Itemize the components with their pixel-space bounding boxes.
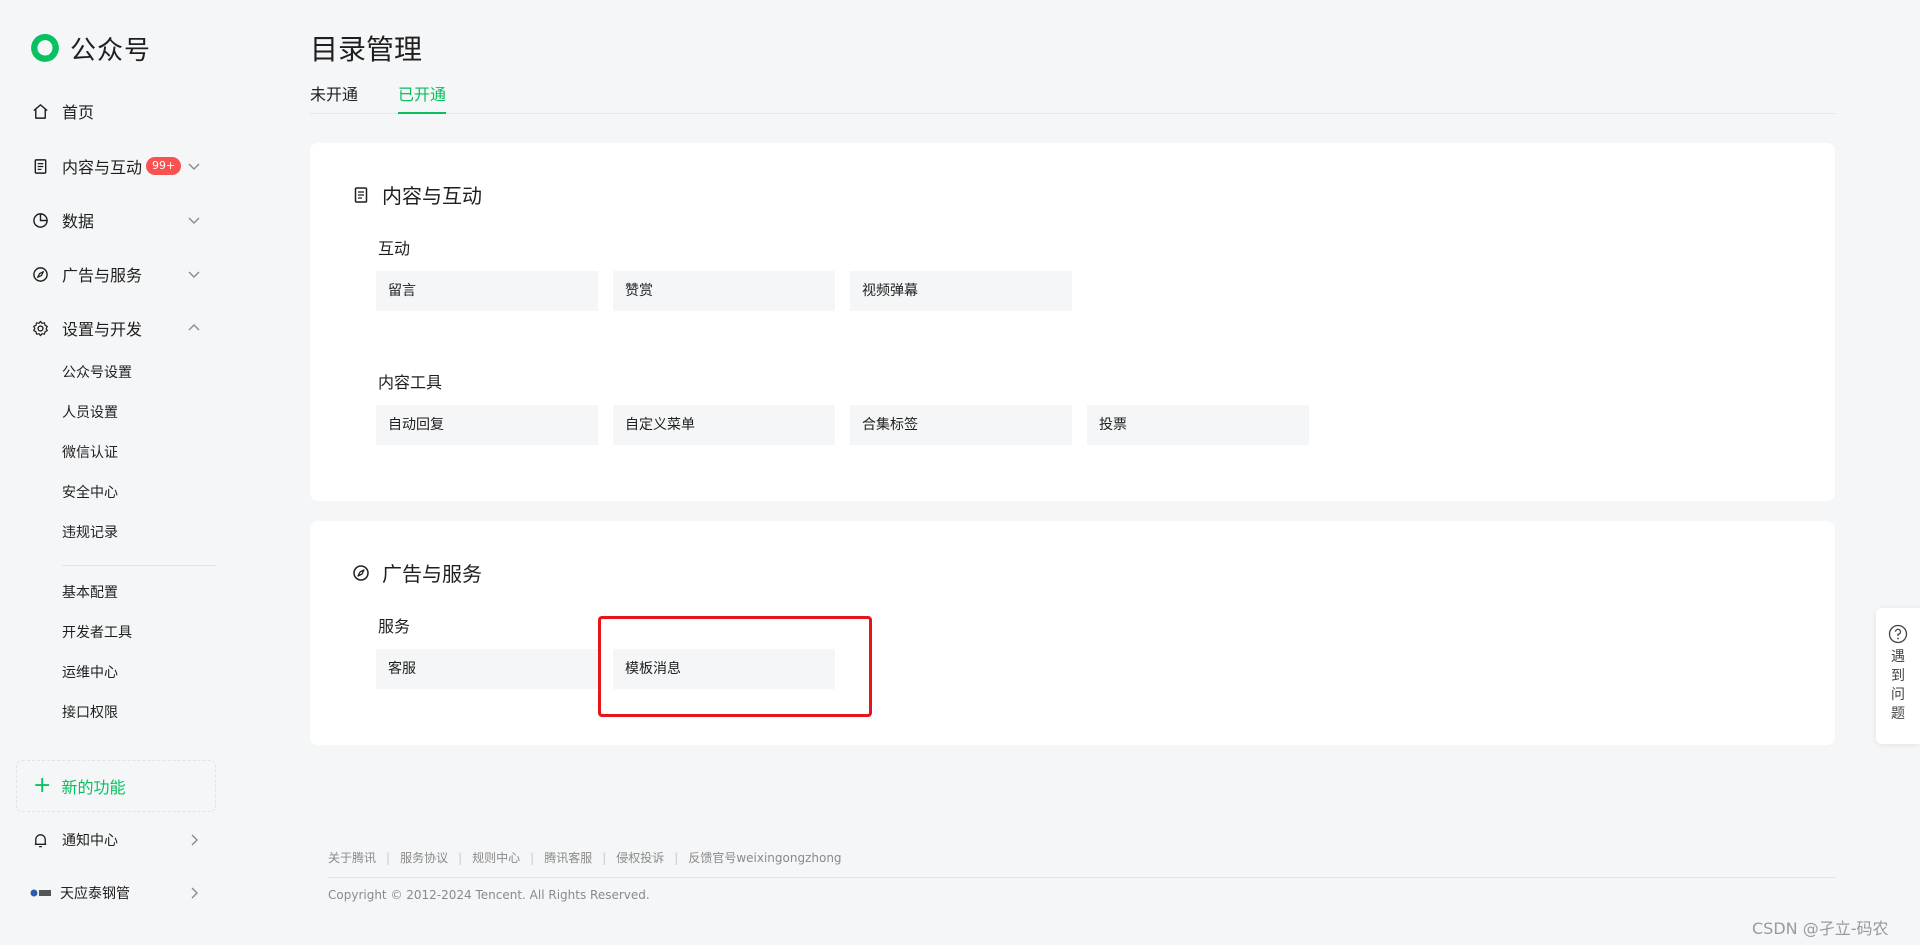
pie-chart-icon [30, 210, 50, 230]
nav-ads-label: 广告与服务 [62, 266, 143, 285]
feature-template-messages[interactable]: 模板消息 [613, 649, 835, 689]
chevron-up-icon [186, 320, 202, 336]
sidebar-item-account-settings[interactable]: 公众号设置 [62, 362, 132, 384]
chevron-down-icon [186, 266, 202, 282]
section-header: 广告与服务 [352, 558, 482, 587]
nav-ads-services[interactable]: 广告与服务 [30, 259, 202, 289]
bell-icon [30, 830, 50, 850]
help-text-char: 问 [1891, 687, 1905, 703]
footer-separator: | [458, 850, 463, 865]
nav-data[interactable]: 数据 [30, 205, 202, 235]
nav-notification-center[interactable]: 通知中心 [30, 825, 202, 855]
brand-name: 公众号 [70, 35, 152, 66]
footer-link-support[interactable]: 腾讯客服 [544, 849, 592, 866]
notification-label: 通知中心 [62, 833, 118, 849]
tab-bar: 未开通 已开通 [310, 84, 1835, 114]
group-label-services: 服务 [378, 617, 411, 636]
chevron-right-icon [186, 885, 202, 901]
plus-icon: + [33, 773, 52, 798]
feature-voting[interactable]: 投票 [1087, 405, 1309, 445]
footer-separator: | [530, 850, 535, 865]
new-feature-button[interactable]: + 新的功能 [16, 760, 216, 812]
sidebar-item-developer-tools[interactable]: 开发者工具 [62, 622, 132, 644]
sidebar-item-violation-records[interactable]: 违规记录 [62, 522, 118, 544]
nav-data-label: 数据 [62, 212, 95, 231]
sidebar-item-wechat-verification[interactable]: 微信认证 [62, 442, 118, 464]
feature-comments[interactable]: 留言 [376, 271, 598, 311]
chevron-down-icon [186, 158, 202, 174]
notification-badge: 99+ [146, 157, 182, 175]
question-circle-icon [1888, 624, 1908, 648]
brand-logo[interactable]: 公众号 [28, 30, 151, 66]
page-title: 目录管理 [310, 33, 423, 66]
sidebar-item-basic-config[interactable]: 基本配置 [62, 582, 118, 604]
document-icon [352, 186, 370, 204]
account-name: 天应泰钢管 [60, 886, 130, 902]
chevron-right-icon [186, 832, 202, 848]
compass-icon [30, 264, 50, 284]
footer-divider [328, 877, 1836, 878]
help-widget[interactable]: 遇 到 问 题 [1876, 608, 1920, 744]
nav-settings-label: 设置与开发 [62, 320, 143, 339]
footer-link-feedback[interactable]: 反馈官号weixingongzhong [688, 849, 841, 866]
copyright: Copyright © 2012-2024 Tencent. All Right… [328, 888, 650, 902]
feature-custom-menu[interactable]: 自定义菜单 [613, 405, 835, 445]
wechat-official-logo-icon [28, 31, 62, 65]
sidebar-item-security-center[interactable]: 安全中心 [62, 482, 118, 504]
home-icon [30, 101, 50, 121]
tab-not-enabled[interactable]: 未开通 [310, 84, 358, 114]
footer-link-rules[interactable]: 规则中心 [472, 849, 520, 866]
gear-icon [30, 318, 50, 338]
sidebar-item-ops-center[interactable]: 运维中心 [62, 662, 118, 684]
section-title: 广告与服务 [382, 562, 482, 586]
nav-home[interactable]: 首页 [30, 96, 202, 126]
nav-content-label: 内容与互动 [62, 158, 143, 177]
help-text-char: 到 [1891, 668, 1905, 684]
section-card-content-interaction: 内容与互动 互动 留言 赞赏 视频弹幕 内容工具 自动回复 自定义菜单 合集标签… [310, 143, 1835, 501]
nav-home-label: 首页 [62, 103, 95, 122]
feature-video-danmaku[interactable]: 视频弹幕 [850, 271, 1072, 311]
account-switcher[interactable]: 天应泰钢管 [30, 878, 202, 908]
nav-settings-dev[interactable]: 设置与开发 [30, 313, 202, 343]
footer-link-terms[interactable]: 服务协议 [400, 849, 448, 866]
compass-icon [352, 564, 370, 582]
footer-separator: | [674, 850, 679, 865]
section-header: 内容与互动 [352, 180, 482, 209]
feature-customer-service[interactable]: 客服 [376, 649, 598, 689]
group-label-interaction: 互动 [378, 239, 411, 258]
section-card-ads-services: 广告与服务 服务 客服 模板消息 [310, 521, 1835, 745]
footer-link-complaints[interactable]: 侵权投诉 [616, 849, 664, 866]
help-text-char: 题 [1891, 706, 1905, 722]
tab-enabled[interactable]: 已开通 [398, 84, 447, 114]
section-title: 内容与互动 [382, 184, 482, 208]
feature-rewards[interactable]: 赞赏 [613, 271, 835, 311]
group-label-content-tools: 内容工具 [378, 373, 443, 392]
footer-separator: | [602, 850, 607, 865]
document-icon [30, 156, 50, 176]
feature-auto-reply[interactable]: 自动回复 [376, 405, 598, 445]
account-logo-icon [30, 887, 52, 899]
nav-content-interaction[interactable]: 内容与互动 99+ [30, 151, 202, 181]
footer-link-about[interactable]: 关于腾讯 [328, 849, 376, 866]
feature-collection-tags[interactable]: 合集标签 [850, 405, 1072, 445]
help-text-char: 遇 [1891, 649, 1905, 665]
chevron-down-icon [186, 212, 202, 228]
new-feature-label: 新的功能 [61, 778, 126, 797]
sidebar-item-staff-settings[interactable]: 人员设置 [62, 402, 118, 424]
sidebar: 公众号 首页 内容与互动 99+ 数据 广告与服务 设置与开发 公众号设置 人员… [0, 0, 230, 945]
watermark: CSDN @孑立-码农 [1752, 919, 1889, 938]
sidebar-item-api-permissions[interactable]: 接口权限 [62, 702, 118, 724]
footer-separator: | [386, 850, 391, 865]
sidebar-divider [62, 565, 216, 566]
footer-links: 关于腾讯 | 服务协议 | 规则中心 | 腾讯客服 | 侵权投诉 | 反馈官号w… [328, 849, 842, 866]
